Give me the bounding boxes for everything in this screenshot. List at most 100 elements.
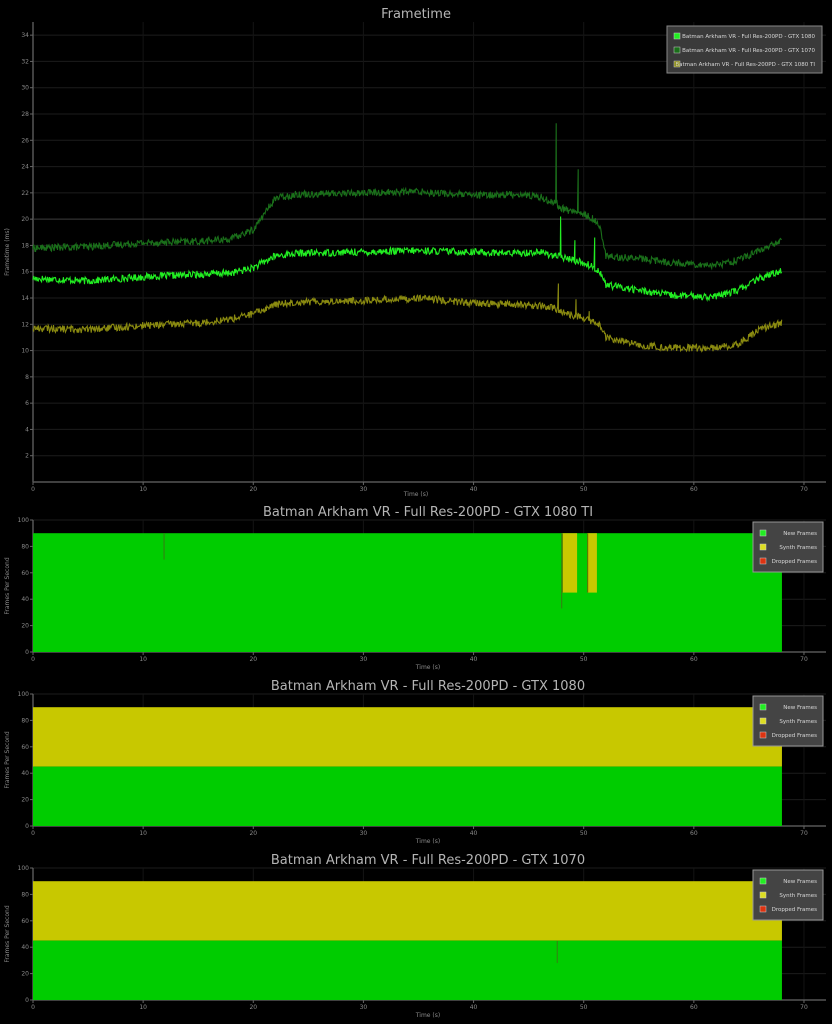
- x-tick-label: 30: [360, 656, 368, 663]
- y-tick-label: 0: [25, 823, 29, 830]
- legend-label: New Frames: [783, 879, 817, 885]
- x-tick-label: 70: [800, 486, 808, 493]
- synth-frames-area: [33, 881, 782, 941]
- y-tick-label: 20: [21, 971, 29, 978]
- legend-swatch: [759, 905, 767, 913]
- new-frames-area: [33, 940, 782, 1000]
- y-tick-label: 20: [21, 216, 29, 223]
- x-axis-label: Time (s): [403, 491, 428, 498]
- synth-frames-segment: [561, 533, 578, 593]
- legend-label: New Frames: [783, 705, 817, 711]
- y-tick-label: 40: [21, 770, 29, 777]
- new-frames-area: [33, 533, 782, 652]
- x-axis-label: Time (s): [415, 838, 440, 845]
- legend-label: Synth Frames: [779, 545, 817, 551]
- x-tick-label: 0: [31, 1004, 35, 1011]
- legend-swatch: [759, 731, 767, 739]
- x-axis-label: Time (s): [415, 1012, 440, 1019]
- y-tick-label: 20: [21, 797, 29, 804]
- y-tick-label: 22: [21, 190, 29, 197]
- legend-swatch: [759, 529, 767, 537]
- x-tick-label: 40: [470, 830, 478, 837]
- x-tick-label: 30: [360, 486, 368, 493]
- y-tick-label: 10: [21, 348, 29, 355]
- y-tick-label: 4: [25, 426, 29, 433]
- x-tick-label: 10: [139, 1004, 147, 1011]
- legend-label: Synth Frames: [779, 893, 817, 899]
- legend-label: Dropped Frames: [772, 907, 817, 913]
- y-axis-label: Frames Per Second: [4, 731, 11, 788]
- y-tick-label: 26: [21, 137, 29, 144]
- x-tick-label: 50: [580, 656, 588, 663]
- y-tick-label: 40: [21, 596, 29, 603]
- legend-label: Synth Frames: [779, 719, 817, 725]
- y-tick-label: 30: [21, 85, 29, 92]
- x-tick-label: 70: [800, 1004, 808, 1011]
- y-axis-label: Frames Per Second: [4, 557, 11, 614]
- y-tick-label: 2: [25, 453, 29, 460]
- y-tick-label: 8: [25, 374, 29, 381]
- y-tick-label: 18: [21, 242, 29, 249]
- chart-title: Batman Arkham VR - Full Res-200PD - GTX …: [271, 679, 585, 694]
- series-line-0: [32, 216, 783, 303]
- x-tick-label: 50: [580, 1004, 588, 1011]
- y-tick-label: 0: [25, 649, 29, 656]
- y-tick-label: 32: [21, 58, 29, 65]
- x-tick-label: 10: [139, 656, 147, 663]
- chart-title: Batman Arkham VR - Full Res-200PD - GTX …: [271, 853, 585, 868]
- legend-label: Dropped Frames: [772, 733, 817, 739]
- y-tick-label: 100: [18, 865, 30, 872]
- x-tick-label: 60: [690, 830, 698, 837]
- fps-chart-gtx-1070: 0 10 20 30 40 50 60 70 0 20 40 60 80 100 Batman Arkham…: [4, 853, 826, 1019]
- x-tick-label: 40: [470, 656, 478, 663]
- x-tick-label: 20: [249, 486, 257, 493]
- y-axis-label: Frametime (ms): [4, 228, 11, 276]
- legend-label: Batman Arkham VR - Full Res-200PD - GTX …: [675, 62, 815, 68]
- x-tick-label: 40: [470, 486, 478, 493]
- x-axis-label: Time (s): [415, 664, 440, 671]
- x-tick-label: 10: [139, 486, 147, 493]
- y-tick-label: 14: [21, 295, 29, 302]
- new-frames-area: [33, 766, 782, 826]
- fps-chart-gtx-1080-ti: 0 10 20 30 40 50 60 70 0 20 40 60 80 100 Batman Arkham…: [4, 505, 826, 671]
- x-tick-label: 50: [580, 830, 588, 837]
- legend-swatch: [759, 891, 767, 899]
- legend-swatch: [759, 703, 767, 711]
- synth-frames-segment: [586, 533, 597, 593]
- x-tick-label: 60: [690, 486, 698, 493]
- series-line-1: [32, 123, 782, 271]
- chart-title: Batman Arkham VR - Full Res-200PD - GTX …: [263, 505, 593, 520]
- legend-label: New Frames: [783, 531, 817, 537]
- x-tick-label: 10: [139, 830, 147, 837]
- frametime-chart: 0 10 20 30 40 50 60 702468101214161820222426283…: [4, 7, 826, 498]
- x-tick-label: 0: [31, 656, 35, 663]
- x-tick-label: 20: [249, 830, 257, 837]
- legend-label: Dropped Frames: [772, 559, 817, 565]
- y-tick-label: 28: [21, 111, 29, 118]
- x-tick-label: 40: [470, 1004, 478, 1011]
- x-tick-label: 70: [800, 656, 808, 663]
- y-tick-label: 100: [18, 517, 30, 524]
- y-tick-label: 6: [25, 400, 29, 407]
- y-tick-label: 20: [21, 623, 29, 630]
- legend-swatch: [759, 557, 767, 565]
- x-tick-label: 30: [360, 830, 368, 837]
- y-tick-label: 80: [21, 717, 29, 724]
- segment-edge: [586, 533, 589, 593]
- y-tick-label: 60: [21, 744, 29, 751]
- x-tick-label: 60: [690, 1004, 698, 1011]
- x-tick-label: 60: [690, 656, 698, 663]
- chart-title: Frametime: [381, 7, 451, 22]
- y-tick-label: 34: [21, 32, 29, 39]
- y-axis-label: Frames Per Second: [4, 905, 11, 962]
- y-tick-label: 0: [25, 997, 29, 1004]
- x-tick-label: 70: [800, 830, 808, 837]
- x-tick-label: 20: [249, 656, 257, 663]
- legend-label: Batman Arkham VR - Full Res-200PD - GTX …: [682, 48, 815, 54]
- legend-swatch: [673, 46, 681, 54]
- legend-swatch: [673, 32, 681, 40]
- legend-swatch: [759, 717, 767, 725]
- y-tick-label: 12: [21, 321, 29, 328]
- y-tick-label: 40: [21, 944, 29, 951]
- y-tick-label: 80: [21, 891, 29, 898]
